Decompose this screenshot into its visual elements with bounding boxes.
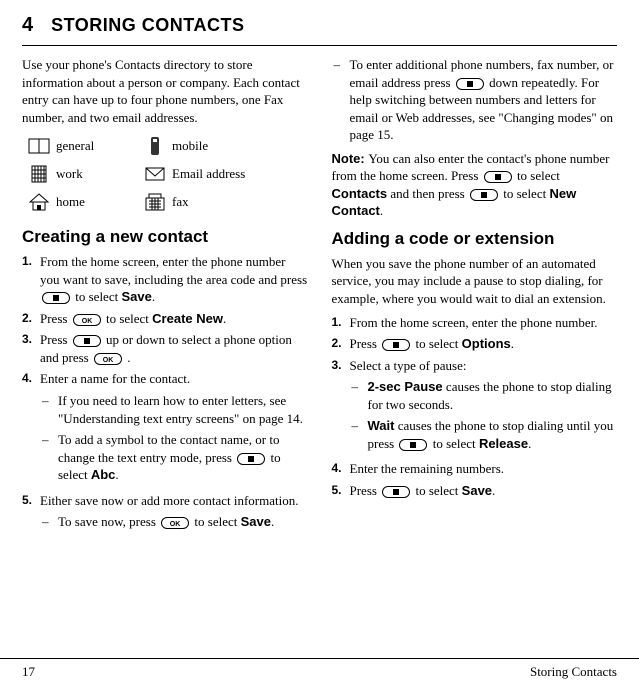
mail-icon — [144, 164, 166, 184]
label-email: Email address — [172, 165, 308, 183]
building-icon — [28, 164, 50, 184]
label-fax: fax — [172, 193, 308, 211]
pill-key-icon — [382, 486, 410, 498]
step-3: 3. Press up or down to select a phone op… — [22, 331, 308, 366]
chapter-number: 4 — [22, 12, 33, 39]
section-creating-heading: Creating a new contact — [22, 226, 308, 249]
s2-step-1: 1.From the home screen, enter the phone … — [332, 314, 618, 332]
page-footer: 17 Storing Contacts — [0, 658, 639, 681]
pill-key-icon — [42, 292, 70, 304]
chapter-title: STORING CONTACTS — [51, 13, 244, 37]
section-adding-heading: Adding a code or extension — [332, 228, 618, 251]
ok-key-icon — [161, 517, 189, 529]
right-column: To enter additional phone numbers, fax n… — [332, 56, 618, 539]
continuation-bullet: To enter additional phone numbers, fax n… — [332, 56, 618, 144]
step-2: 2. Press to select Create New. — [22, 310, 308, 328]
page-number: 17 — [22, 663, 35, 681]
label-general: general — [56, 137, 138, 155]
s2-step3-bullet-1: 2-sec Pause causes the phone to stop dia… — [350, 378, 618, 413]
label-mobile: mobile — [172, 137, 308, 155]
step-5: 5. Either save now or add more contact i… — [22, 492, 308, 535]
s2-step-4: 4.Enter the remaining numbers. — [332, 460, 618, 478]
fax-icon — [144, 192, 166, 212]
s2-step-2: 2. Press to select Options. — [332, 335, 618, 353]
pill-key-icon — [470, 189, 498, 201]
label-work: work — [56, 165, 138, 183]
s2-step3-bullet-2: Wait causes the phone to stop dialing un… — [350, 417, 618, 452]
pill-key-icon — [399, 439, 427, 451]
step4-bullet-2: To add a symbol to the contact name, or … — [40, 431, 308, 484]
pill-key-icon — [456, 78, 484, 90]
phone-icon — [145, 136, 165, 156]
footer-section-name: Storing Contacts — [530, 663, 617, 681]
chapter-header: 4 STORING CONTACTS — [22, 12, 617, 46]
book-icon — [28, 136, 50, 156]
s2-step-3: 3. Select a type of pause: 2-sec Pause c… — [332, 357, 618, 457]
pill-key-icon — [382, 339, 410, 351]
note-paragraph: Note: You can also enter the contact's p… — [332, 150, 618, 220]
intro-paragraph: Use your phone's Contacts directory to s… — [22, 56, 308, 126]
step-1: 1. From the home screen, enter the phone… — [22, 253, 308, 306]
note-label: Note: — [332, 151, 369, 166]
step4-bullet-1: If you need to learn how to enter letter… — [40, 392, 308, 427]
step-4: 4. Enter a name for the contact. If you … — [22, 370, 308, 487]
step5-bullet-1: To save now, press to select Save. — [40, 513, 308, 531]
ok-key-icon — [73, 314, 101, 326]
section2-intro: When you save the phone number of an aut… — [332, 255, 618, 308]
icon-type-table: general mobile work Email address home f… — [22, 132, 308, 216]
ok-key-icon — [94, 353, 122, 365]
home-icon — [28, 192, 50, 212]
label-home: home — [56, 193, 138, 211]
left-column: Use your phone's Contacts directory to s… — [22, 56, 308, 539]
pill-key-icon — [237, 453, 265, 465]
pill-key-icon — [73, 335, 101, 347]
s2-step-5: 5. Press to select Save. — [332, 482, 618, 500]
pill-key-icon — [484, 171, 512, 183]
